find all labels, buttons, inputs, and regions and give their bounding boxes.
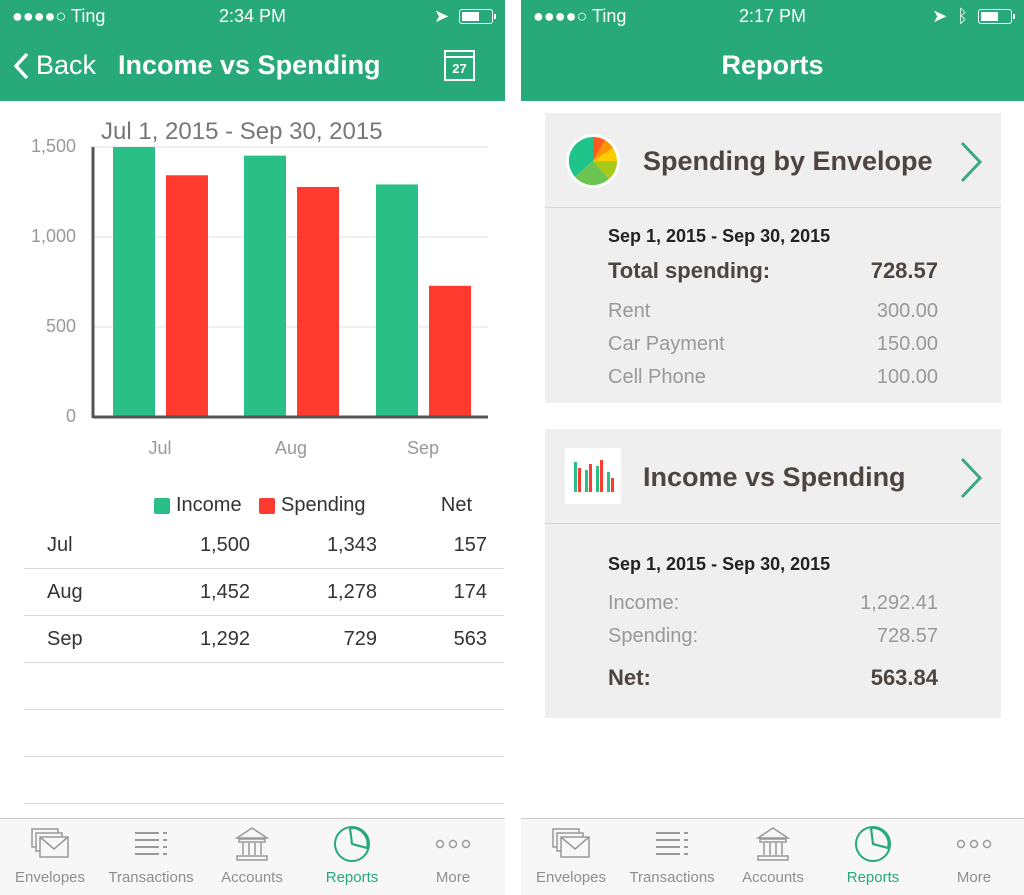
envelope-row: Rent 300.00 [608, 300, 938, 322]
x-tick-label: Sep [406, 438, 440, 458]
spending-cell: 729 [343, 628, 377, 650]
more-icon [924, 819, 1024, 869]
tab-accounts[interactable]: Accounts [723, 819, 823, 895]
envelopes-icon [0, 819, 100, 869]
spending-cell: 1,343 [326, 534, 377, 556]
bluetooth-icon: ᛒ [957, 6, 968, 26]
tab-label: Transactions [629, 869, 715, 886]
table-row: Jul 1,500 1,343 157 [24, 522, 504, 569]
tab-bar: Envelopes Transactions Accounts Reports More [0, 818, 505, 895]
spending-swatch [259, 497, 275, 514]
month-cell: Sep [47, 628, 83, 650]
spending-row: Spending: 728.57 [608, 625, 938, 647]
legend-spending: Spending [259, 494, 366, 517]
spending-cell: 1,278 [326, 581, 377, 603]
bar-spending-aug [297, 186, 339, 417]
tab-transactions[interactable]: Transactions [622, 819, 722, 895]
bar-spending-jul [166, 175, 208, 417]
header: ●●●●○ Ting 2:17 PM ➤ ᛒ Reports [521, 0, 1024, 101]
pie-chart-icon [823, 819, 923, 869]
pie-chart-icon [566, 134, 620, 188]
bar-income-sep [376, 184, 418, 417]
envelope-row: Car Payment 150.00 [608, 333, 938, 355]
empty-row [24, 757, 504, 804]
y-tick-label: 0 [65, 406, 76, 426]
net-header: Net [440, 494, 472, 516]
bar-income-aug [244, 155, 286, 417]
tab-label: Accounts [742, 869, 804, 886]
table-row: Sep 1,292 729 563 [24, 616, 504, 663]
tab-label: More [435, 869, 471, 886]
tab-accounts[interactable]: Accounts [202, 819, 302, 895]
tab-bar: Envelopes Transactions Accounts Reports More [521, 818, 1024, 895]
tab-label: Reports [325, 869, 379, 886]
x-tick-label: Aug [274, 438, 308, 458]
tab-label: More [956, 869, 992, 886]
page-title: Reports [721, 50, 824, 80]
bar-chart-icon [565, 448, 621, 504]
bank-icon [723, 819, 823, 869]
income-vs-spending-link[interactable]: Income vs Spending [545, 429, 1001, 524]
envelope-row: Cell Phone 100.00 [608, 366, 938, 388]
list-icon [101, 819, 201, 869]
card-title: Income vs Spending [643, 462, 906, 492]
tab-label: Accounts [221, 869, 283, 886]
net-cell: 563 [453, 628, 487, 650]
total-spending-row: Total spending: 728.57 [608, 258, 938, 283]
x-tick-label: Jul [148, 438, 172, 458]
income-row: Income: 1,292.41 [608, 592, 938, 614]
list-icon [622, 819, 722, 869]
spending-by-envelope-link[interactable]: Spending by Envelope [545, 113, 1001, 208]
tab-envelopes[interactable]: Envelopes [0, 819, 100, 895]
tab-envelopes[interactable]: Envelopes [521, 819, 621, 895]
bar-income-jul [113, 147, 155, 417]
date-range: Sep 1, 2015 - Sep 30, 2015 [608, 554, 831, 574]
bank-icon [202, 819, 302, 869]
tab-label: Transactions [108, 869, 194, 886]
income-cell: 1,292 [199, 628, 250, 650]
income-vs-spending-card: Income vs Spending Sep 1, 2015 - Sep 30,… [545, 429, 1001, 718]
spending-by-envelope-card: Spending by Envelope Sep 1, 2015 - Sep 3… [545, 113, 1001, 403]
card-title: Spending by Envelope [643, 146, 933, 176]
more-icon [403, 819, 503, 869]
chevron-right-icon [960, 141, 983, 183]
battery-icon [978, 9, 1015, 24]
envelopes-icon [521, 819, 621, 869]
battery-icon [459, 9, 496, 24]
net-row: Net: 563.84 [608, 665, 938, 690]
y-tick-label: 1,000 [30, 226, 76, 246]
table-row: Aug 1,452 1,278 174 [24, 569, 504, 616]
tab-more[interactable]: More [924, 819, 1024, 895]
clock: 2:34 PM [218, 6, 287, 26]
tab-label: Envelopes [14, 869, 86, 886]
legend-income: Income [154, 494, 242, 517]
pie-chart-icon [302, 819, 402, 869]
net-cell: 157 [453, 534, 487, 556]
empty-row [24, 663, 504, 710]
income-swatch [154, 497, 170, 514]
tab-more[interactable]: More [403, 819, 503, 895]
income-cell: 1,500 [199, 534, 250, 556]
empty-row [24, 710, 504, 757]
income-cell: 1,452 [199, 581, 250, 603]
month-cell: Aug [47, 581, 83, 603]
income-vs-spending-screen: ●●●●○ Ting 2:34 PM ➤ Back Income vs Spen… [0, 0, 505, 895]
date-range: Sep 1, 2015 - Sep 30, 2015 [608, 226, 831, 246]
location-icon: ➤ [932, 6, 948, 26]
tab-transactions[interactable]: Transactions [101, 819, 201, 895]
location-icon: ➤ [433, 6, 449, 26]
tab-label: Envelopes [535, 869, 607, 886]
tab-reports[interactable]: Reports [302, 819, 402, 895]
chevron-right-icon [960, 457, 983, 499]
reports-screen: ●●●●○ Ting 2:17 PM ➤ ᛒ Reports Spending b… [521, 0, 1024, 895]
y-tick-label: 1,500 [30, 136, 76, 156]
y-tick-label: 500 [45, 316, 76, 336]
bar-spending-sep [429, 285, 471, 417]
tab-reports[interactable]: Reports [823, 819, 923, 895]
tab-label: Reports [846, 869, 900, 886]
net-cell: 174 [453, 581, 487, 603]
month-cell: Jul [47, 534, 73, 556]
